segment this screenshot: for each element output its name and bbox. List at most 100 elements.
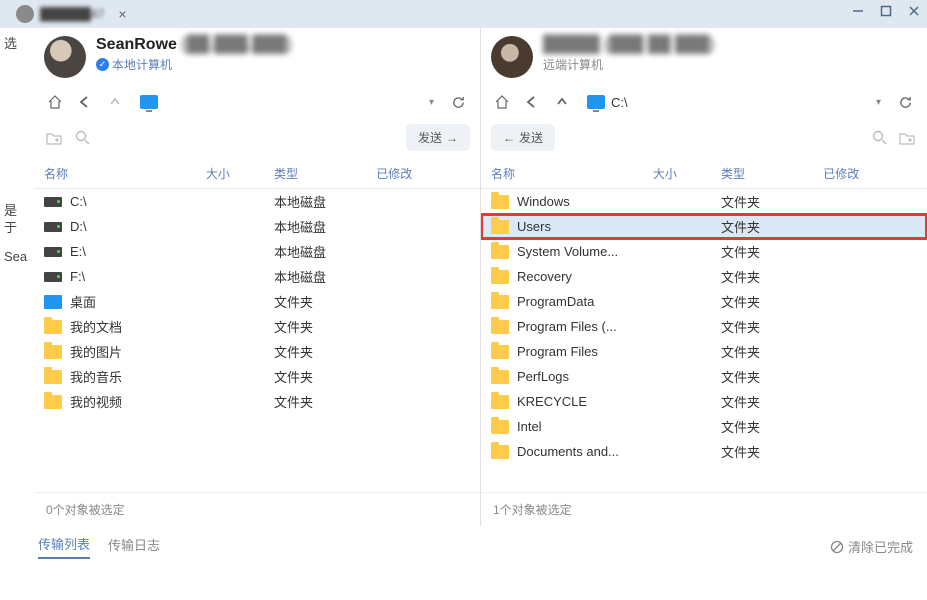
col-name[interactable]: 名称 (491, 165, 653, 182)
col-modified[interactable]: 已修改 (823, 165, 917, 182)
remote-status: 1个对象被选定 (481, 492, 927, 526)
folder-icon (44, 345, 62, 359)
search-button[interactable] (72, 128, 92, 148)
search-button[interactable] (869, 128, 889, 148)
col-type[interactable]: 类型 (721, 165, 823, 182)
file-name: Intel (517, 419, 542, 434)
cropped-background-text: 选 是 于 Sea (0, 28, 34, 526)
file-row[interactable]: Users 文件夹 (481, 214, 927, 239)
local-file-list[interactable]: C:\ 本地磁盘 D:\ 本地磁盘 E:\ 本地磁盘 F:\ 本地磁盘 桌面 文… (34, 189, 480, 492)
disk-icon (44, 272, 62, 282)
refresh-button[interactable] (893, 90, 917, 114)
up-button[interactable] (104, 91, 126, 113)
file-name: KRECYCLE (517, 394, 587, 409)
file-row[interactable]: F:\ 本地磁盘 (34, 264, 480, 289)
file-row[interactable]: 我的视频 文件夹 (34, 389, 480, 414)
file-type: 本地磁盘 (274, 217, 376, 236)
file-row[interactable]: Intel 文件夹 (481, 414, 927, 439)
file-row[interactable]: System Volume... 文件夹 (481, 239, 927, 264)
desktop-icon (44, 295, 62, 309)
address-bar[interactable] (134, 92, 417, 112)
back-button[interactable] (74, 91, 96, 113)
file-name: Program Files (517, 344, 598, 359)
new-folder-button[interactable] (897, 128, 917, 148)
file-type: 文件夹 (721, 267, 823, 286)
file-name: 我的音乐 (70, 367, 122, 386)
clear-icon (830, 540, 844, 554)
folder-icon (491, 370, 509, 384)
monitor-icon (587, 95, 605, 109)
file-name: System Volume... (517, 244, 618, 259)
file-type: 文件夹 (721, 292, 823, 311)
file-row[interactable]: Windows 文件夹 (481, 189, 927, 214)
file-row[interactable]: 我的文档 文件夹 (34, 314, 480, 339)
minimize-button[interactable] (851, 4, 865, 18)
home-button[interactable] (44, 91, 66, 113)
file-row[interactable]: Documents and... 文件夹 (481, 439, 927, 464)
file-row[interactable]: 我的图片 文件夹 (34, 339, 480, 364)
close-button[interactable] (907, 4, 921, 18)
send-right-button[interactable]: 发送 → (406, 124, 470, 151)
file-row[interactable]: Program Files (... 文件夹 (481, 314, 927, 339)
maximize-button[interactable] (879, 4, 893, 18)
local-status: 0个对象被选定 (34, 492, 480, 526)
titlebar: ██████47 × (0, 0, 927, 28)
file-name: C:\ (70, 194, 87, 209)
folder-icon (491, 245, 509, 259)
local-table-header: 名称 大小 类型 已修改 (34, 159, 480, 189)
file-type: 文件夹 (721, 392, 823, 411)
file-row[interactable]: PerfLogs 文件夹 (481, 364, 927, 389)
folder-icon (491, 270, 509, 284)
address-bar[interactable]: C:\ (581, 92, 864, 113)
file-type: 文件夹 (721, 192, 823, 211)
file-row[interactable]: Program Files 文件夹 (481, 339, 927, 364)
file-type: 文件夹 (274, 317, 376, 336)
new-folder-button[interactable] (44, 128, 64, 148)
col-size[interactable]: 大小 (653, 165, 721, 182)
tab-transfer-log[interactable]: 传输日志 (108, 535, 160, 558)
file-type: 文件夹 (721, 342, 823, 361)
file-name: PerfLogs (517, 369, 569, 384)
file-name: Documents and... (517, 444, 619, 459)
file-row[interactable]: E:\ 本地磁盘 (34, 239, 480, 264)
file-row[interactable]: Recovery 文件夹 (481, 264, 927, 289)
remote-sub-label: 远端计算机 (543, 56, 714, 73)
col-type[interactable]: 类型 (274, 165, 376, 182)
file-row[interactable]: 我的音乐 文件夹 (34, 364, 480, 389)
arrow-right-icon: → (446, 131, 458, 145)
path-dropdown-icon[interactable]: ▾ (425, 97, 438, 108)
close-tab-icon[interactable]: × (118, 6, 126, 22)
col-name[interactable]: 名称 (44, 165, 206, 182)
col-size[interactable]: 大小 (206, 165, 274, 182)
path-dropdown-icon[interactable]: ▾ (872, 97, 885, 108)
folder-icon (491, 220, 509, 234)
remote-avatar (491, 36, 533, 78)
disk-icon (44, 197, 62, 207)
file-row[interactable]: D:\ 本地磁盘 (34, 214, 480, 239)
file-name: F:\ (70, 269, 85, 284)
local-user-name: SeanRowe (██.███.███) (96, 36, 292, 54)
refresh-button[interactable] (446, 90, 470, 114)
file-type: 本地磁盘 (274, 267, 376, 286)
window-tab[interactable]: ██████47 × (6, 3, 137, 25)
clear-completed-button[interactable]: 清除已完成 (830, 537, 913, 556)
folder-icon (491, 320, 509, 334)
arrow-left-icon: ← (503, 131, 515, 145)
folder-icon (44, 320, 62, 334)
tab-transfer-queue[interactable]: 传输列表 (38, 534, 90, 559)
col-modified[interactable]: 已修改 (376, 165, 470, 182)
bottom-bar: 传输列表 传输日志 清除已完成 (0, 526, 927, 569)
file-name: Program Files (... (517, 319, 617, 334)
file-row[interactable]: ProgramData 文件夹 (481, 289, 927, 314)
file-row[interactable]: C:\ 本地磁盘 (34, 189, 480, 214)
file-row[interactable]: 桌面 文件夹 (34, 289, 480, 314)
file-type: 文件夹 (274, 292, 376, 311)
up-button[interactable] (551, 91, 573, 113)
remote-file-list[interactable]: Windows 文件夹 Users 文件夹 System Volume... 文… (481, 189, 927, 492)
file-row[interactable]: KRECYCLE 文件夹 (481, 389, 927, 414)
home-button[interactable] (491, 91, 513, 113)
remote-table-header: 名称 大小 类型 已修改 (481, 159, 927, 189)
back-button[interactable] (521, 91, 543, 113)
folder-icon (491, 420, 509, 434)
send-left-button[interactable]: ← 发送 (491, 124, 555, 151)
